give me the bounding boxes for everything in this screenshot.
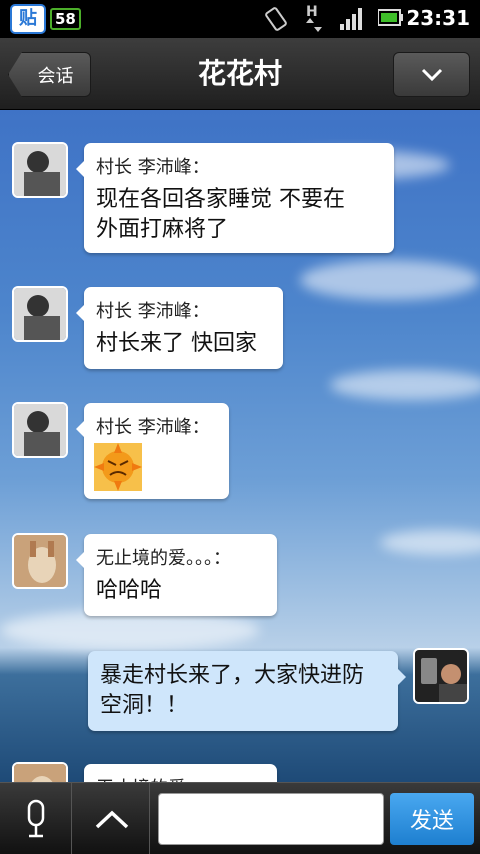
microphone-icon [27,799,44,838]
message-bubble[interactable]: 村长 李沛峰： 村长来了 快回家 [76,287,283,369]
data-arrows-icon [306,18,322,32]
avatar[interactable] [413,648,469,704]
dropdown-menu-button[interactable] [393,52,470,97]
tieba-icon: 贴 [10,4,46,34]
message-text: 哈哈哈 [96,578,163,603]
chevron-down-icon [421,68,442,81]
message-bubble[interactable]: 村长 李沛峰： [76,403,229,499]
battery-icon [378,9,403,26]
vibrate-icon [265,7,287,31]
chat-header: 会话 花花村 [0,38,480,110]
voice-input-button[interactable] [0,783,72,854]
avatar[interactable] [12,402,68,458]
signal-icon [340,8,362,30]
sender-name: 村长 李沛峰： [96,301,210,322]
angry-sun-emoji-icon [94,443,142,491]
message-text: 村长来了 快回家 [96,331,257,356]
message-bubble[interactable]: 村长 李沛峰： 现在各回各家睡觉 不要在 外面打麻将了 [76,143,394,253]
sender-name: 村长 李沛峰： [96,417,210,438]
sender-name: 村长 李沛峰： [96,157,210,178]
chat-message-area[interactable]: 村长 李沛峰： 现在各回各家睡觉 不要在 外面打麻将了 村长 李沛峰： 村长来了… [0,110,480,782]
clock: 23:31 [406,6,470,30]
message-text: 现在各回各家睡觉 不要在 外面打麻将了 [96,187,345,242]
message-input[interactable] [158,793,384,845]
send-button[interactable]: 发送 [390,793,474,845]
chevron-up-icon [95,810,128,829]
58-app-icon: 58 [50,8,81,30]
message-bubble[interactable]: 无止境的爱 [84,764,277,782]
message-bubble-sent[interactable]: 暴走村长来了，大家快进防 空洞！！ [88,651,406,731]
avatar[interactable] [12,762,68,782]
sender-name: 无止境的爱。。。： [96,548,231,569]
page-title: 花花村 [197,57,282,90]
message-text: 暴走村长来了，大家快进防 空洞！！ [100,663,365,718]
sender-name: 无止境的爱 [84,764,277,782]
message-bubble[interactable]: 无止境的爱。。。： 哈哈哈 [76,534,277,616]
expand-button[interactable] [74,783,150,854]
back-button[interactable]: 会话 [8,52,91,97]
avatar[interactable] [12,533,68,589]
status-bar: 贴 58 H 23:31 [0,0,480,38]
input-bar: 发送 [0,782,480,854]
avatar[interactable] [12,286,68,342]
avatar[interactable] [12,142,68,198]
